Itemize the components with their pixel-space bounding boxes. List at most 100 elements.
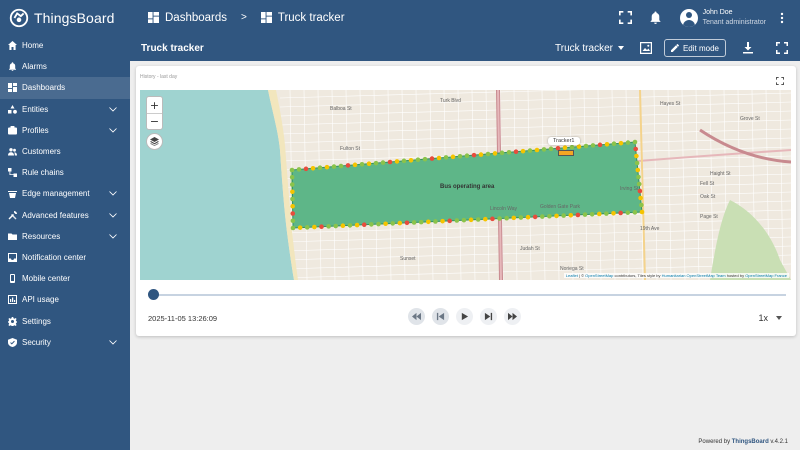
route-point[interactable] [568,212,574,218]
route-point[interactable] [290,211,296,216]
breadcrumb-dashboards[interactable]: Dashboards [148,12,227,24]
route-point[interactable] [499,150,505,156]
route-point[interactable] [625,140,631,145]
fast-rewind-button[interactable] [408,308,425,325]
route-point[interactable] [333,223,339,229]
route-point[interactable] [303,166,309,172]
route-point[interactable] [589,211,595,217]
route-point[interactable] [575,212,581,218]
route-point[interactable] [471,152,477,158]
route-point[interactable] [411,220,417,225]
route-point[interactable] [290,218,296,224]
route-point[interactable] [639,202,644,208]
route-point[interactable] [525,214,531,220]
route-point[interactable] [433,219,438,224]
route-point[interactable] [632,139,638,145]
route-point[interactable] [289,167,295,173]
route-point[interactable] [404,220,410,226]
route-point[interactable] [506,149,512,155]
sidebar-item-resources[interactable]: Resources [0,226,130,247]
route-point[interactable] [497,216,502,221]
route-point[interactable] [366,161,372,167]
route-point[interactable] [338,163,344,169]
route-point[interactable] [513,149,519,155]
route-point[interactable] [345,163,351,168]
route-point[interactable] [490,216,495,222]
avatar[interactable] [679,8,698,27]
user-info[interactable]: John Doe Tenant administrator [703,8,766,28]
route-point[interactable] [380,160,386,165]
route-point[interactable] [447,218,452,224]
route-point[interactable] [541,147,547,152]
route-point[interactable] [290,225,296,231]
zoom-in-button[interactable]: + [147,97,162,113]
route-point[interactable] [597,142,603,148]
route-point[interactable] [436,155,442,161]
route-point[interactable] [475,217,481,222]
fast-forward-button[interactable] [504,308,521,325]
route-point[interactable] [312,224,317,230]
notifications-button[interactable] [644,6,668,30]
route-point[interactable] [569,144,575,150]
hot-link[interactable]: Humanitarian OpenStreetMap Team [662,273,726,278]
route-point[interactable] [639,209,645,215]
sidebar-item-alarms[interactable]: Alarms [0,56,130,77]
route-point[interactable] [590,143,596,148]
truck-marker[interactable] [558,150,574,156]
dashboard-fullscreen-button[interactable] [772,38,792,58]
route-point[interactable] [618,140,624,146]
route-point[interactable] [492,151,498,156]
route-point[interactable] [583,143,589,149]
route-point[interactable] [611,211,616,216]
route-point[interactable] [634,153,639,159]
route-point[interactable] [450,154,456,160]
route-point[interactable] [422,156,428,162]
route-point[interactable] [340,223,346,229]
route-point[interactable] [324,164,330,170]
route-point[interactable] [635,167,641,173]
sidebar-item-dashboards[interactable]: Dashboards [0,77,130,99]
route-point[interactable] [604,141,610,147]
footer-brand-link[interactable]: ThingsBoard [732,439,769,445]
route-point[interactable] [534,147,540,153]
route-point[interactable] [387,159,393,165]
route-point[interactable] [383,221,388,227]
route-point[interactable] [369,222,374,227]
route-point[interactable] [468,217,474,223]
route-point[interactable] [289,174,295,180]
osm-link[interactable]: OpenStreetMap [585,273,613,278]
route-point[interactable] [636,174,641,180]
route-point[interactable] [483,216,488,222]
route-point[interactable] [352,162,358,168]
layers-button[interactable] [146,133,163,150]
route-point[interactable] [457,153,463,159]
timeline-track[interactable] [154,294,786,296]
route-point[interactable] [319,224,324,229]
route-point[interactable] [518,215,524,220]
route-point[interactable] [611,141,617,147]
route-point[interactable] [359,161,365,167]
route-point[interactable] [408,157,414,163]
sidebar-item-security[interactable]: Security [0,332,130,353]
zoom-out-button[interactable]: − [147,113,162,129]
route-point[interactable] [296,167,302,172]
map[interactable]: Balboa St Fulton St Lincoln Way Judah St Nor… [140,90,791,280]
route-point[interactable] [297,225,303,230]
route-point[interactable] [554,213,559,219]
route-point[interactable] [326,224,331,229]
route-point[interactable] [504,215,509,221]
route-point[interactable] [478,152,484,157]
route-point[interactable] [390,221,396,226]
route-point[interactable] [461,217,467,223]
route-point[interactable] [443,155,449,160]
timeline-thumb[interactable] [148,289,159,300]
osm-france-link[interactable]: OpenStreetMap France [745,273,787,278]
route-point[interactable] [426,219,431,225]
route-point[interactable] [520,148,526,154]
route-point[interactable] [464,153,470,159]
route-point[interactable] [511,215,517,221]
play-button[interactable] [456,308,473,325]
route-point[interactable] [429,156,435,161]
image-export-button[interactable] [636,38,656,58]
route-point[interactable] [633,146,638,152]
